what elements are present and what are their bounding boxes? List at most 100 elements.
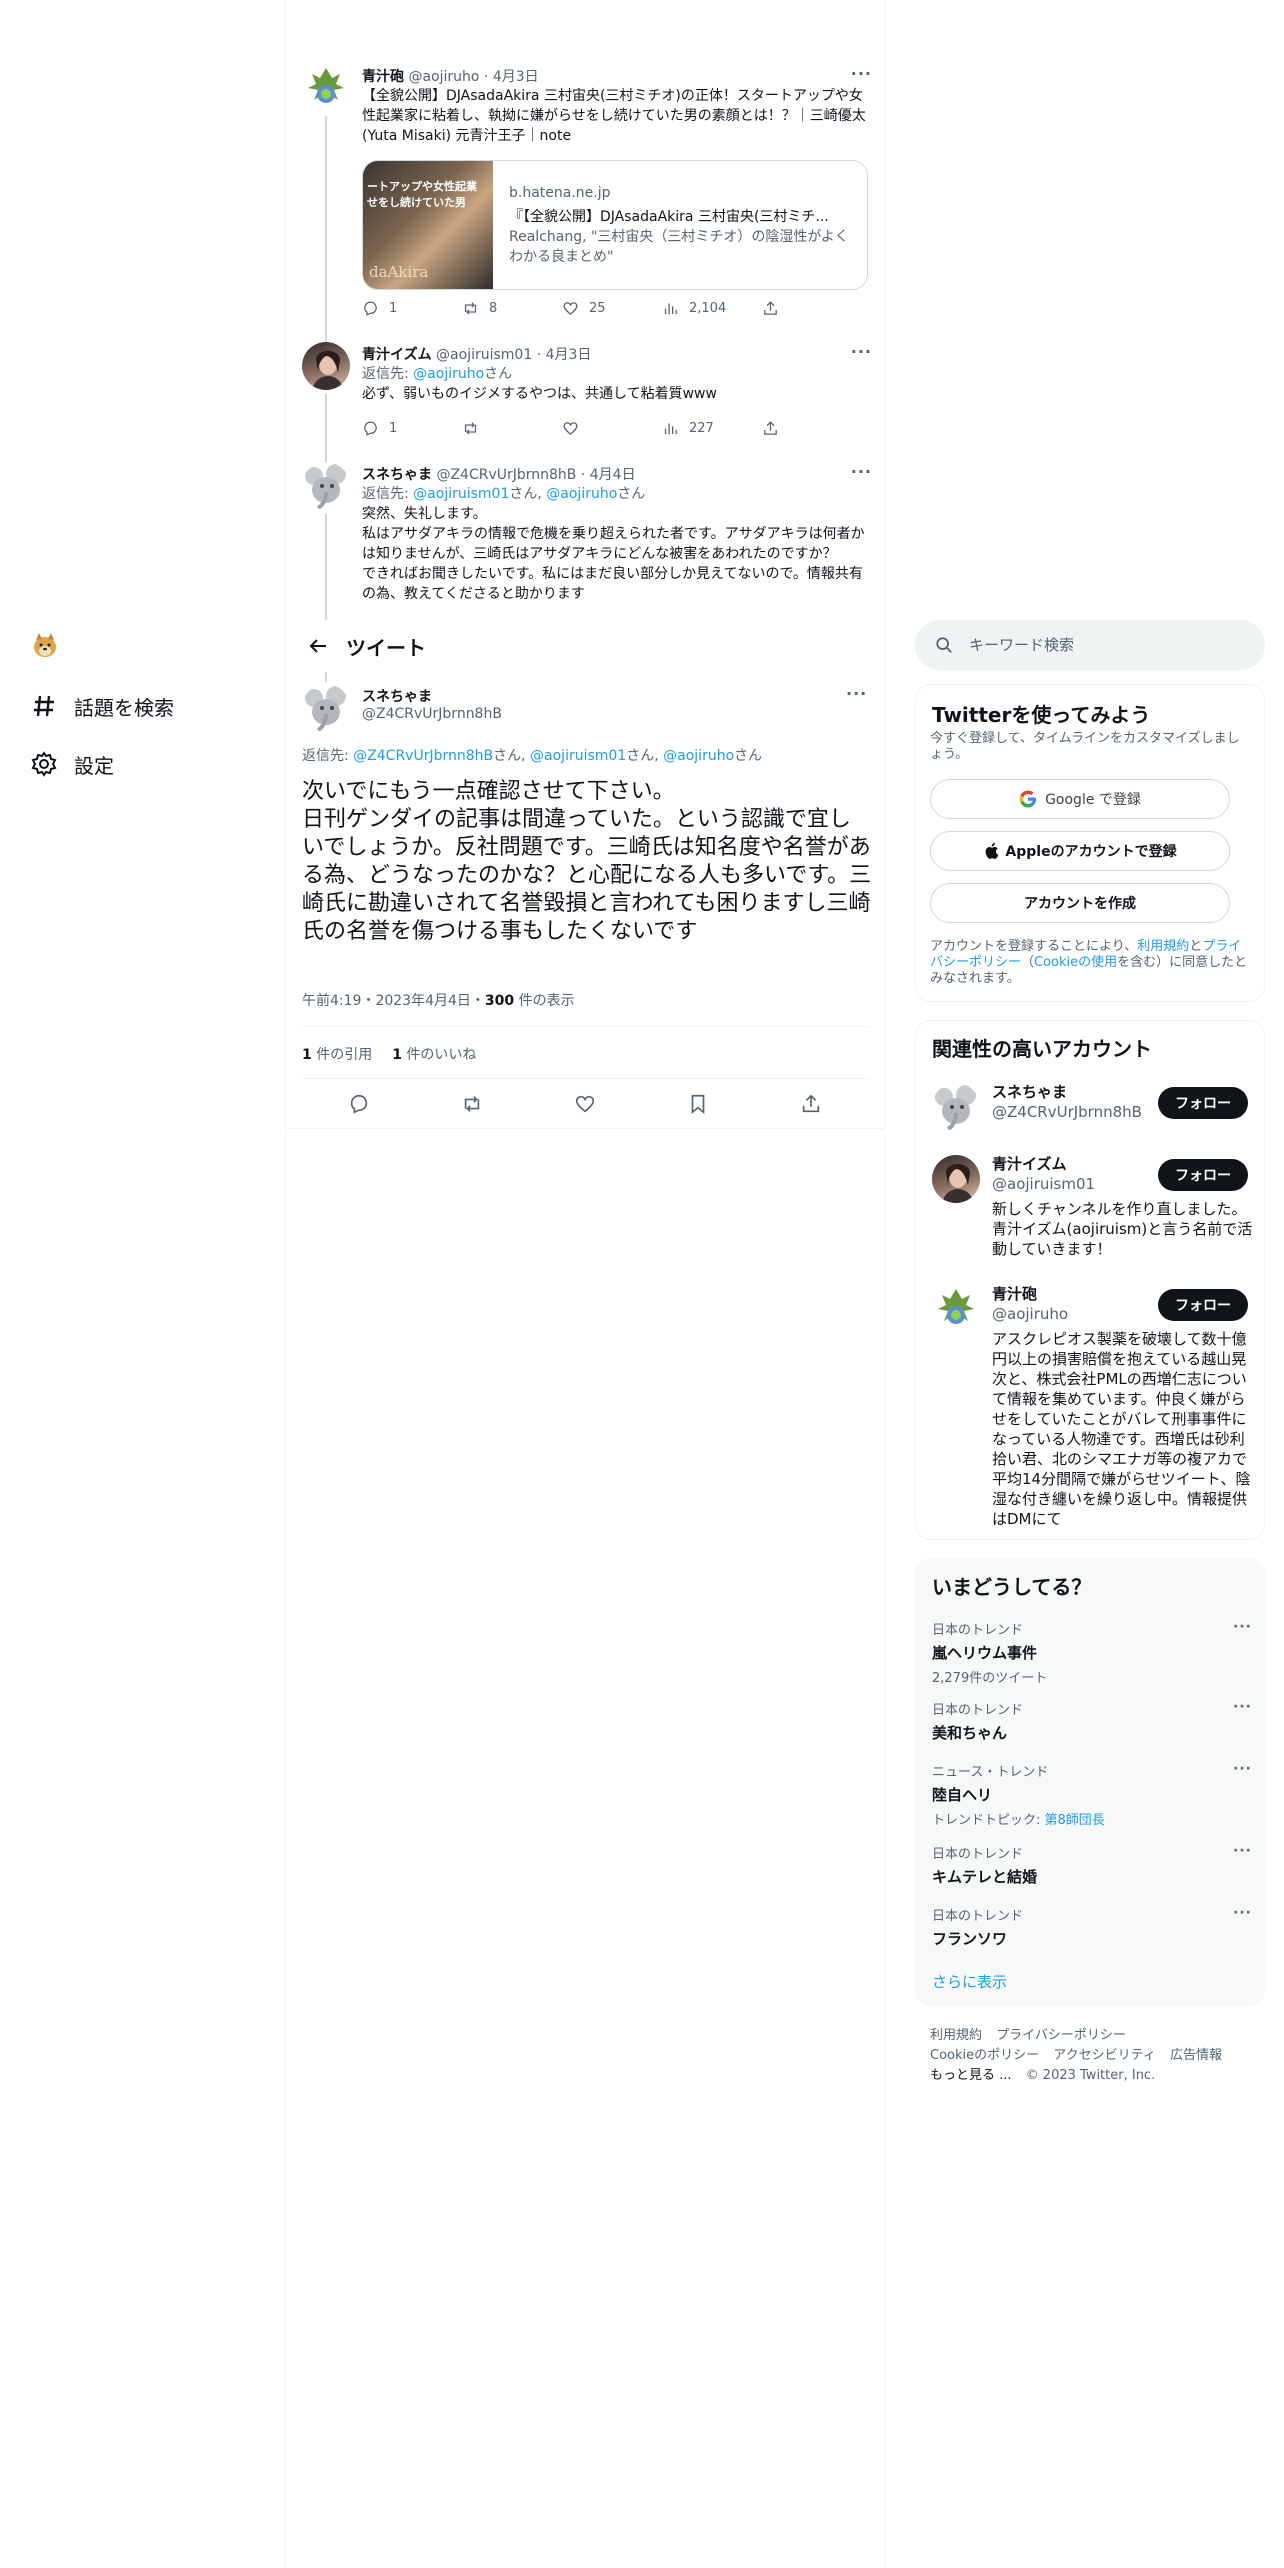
share-button[interactable] [762, 300, 862, 317]
avatar[interactable] [302, 342, 350, 390]
link-card[interactable]: ートアップや女性起業 せをし続けていた男 daAkira b.hatena.ne… [362, 160, 868, 290]
retweet-button[interactable]: 8 [462, 300, 562, 317]
more-options-icon[interactable]: ··· [846, 684, 867, 703]
tweet-text: 【全貌公開】DJAsadaAkira 三村宙央(三村ミチオ)の正体！スタートアッ… [362, 88, 866, 144]
trend-item[interactable]: 日本のトレンド フランソワ ··· [932, 1905, 1252, 1949]
reply-separator: さん, [626, 748, 664, 764]
reply-icon[interactable] [348, 1093, 370, 1115]
reply-button[interactable]: 1 [362, 420, 462, 437]
retweet-icon[interactable] [461, 1093, 483, 1115]
more-options-icon[interactable]: ··· [1233, 1619, 1252, 1635]
trend-name: 嵐ヘリウム事件 [932, 1644, 1038, 1662]
user-handle[interactable]: @aojiruism01 [436, 347, 532, 363]
more-options-icon[interactable]: ··· [1233, 1843, 1252, 1859]
reply-separator: さん, [493, 748, 531, 764]
timestamp[interactable]: 4月4日 [590, 467, 636, 483]
trend-category: 日本のトレンド [932, 1847, 1024, 1862]
reply-prefix: 返信先: [362, 486, 414, 502]
timestamp[interactable]: 4月3日 [493, 69, 539, 85]
avatar[interactable] [302, 64, 350, 112]
like-button[interactable]: 25 [562, 300, 662, 317]
tweet-stats: 1 件の引用 1 件のいいね [302, 1044, 476, 1064]
thread-tweet[interactable]: 青汁イズム @aojiruism01 · 4月3日 ··· 返信先: @aoji… [302, 342, 872, 464]
google-signup-button[interactable]: Google で登録 [930, 779, 1230, 819]
footer-link-ads[interactable]: 広告情報 [1170, 2048, 1222, 2063]
heart-icon[interactable] [574, 1093, 596, 1115]
timestamp[interactable]: 4月3日 [546, 347, 592, 363]
user-handle[interactable]: @Z4CRvUrJbrnn8hB [436, 467, 576, 483]
trend-category: 日本のトレンド [932, 1703, 1024, 1718]
bookmark-icon[interactable] [687, 1093, 709, 1115]
more-options-icon[interactable]: ··· [851, 64, 872, 83]
search-icon [936, 637, 952, 653]
mention-link[interactable]: @aojiruism01 [530, 748, 626, 764]
trend-topic-prefix: トレンドトピック: [932, 1813, 1045, 1828]
thread-line [325, 514, 327, 620]
nav-settings[interactable]: 設定 [28, 742, 114, 786]
back-button[interactable] [290, 620, 346, 672]
mention-link[interactable]: @aojiruho [663, 748, 734, 764]
share-button[interactable] [762, 420, 862, 437]
like-button[interactable] [562, 420, 662, 437]
card-image-text: ートアップや女性起業 せをし続けていた男 [367, 180, 477, 209]
thread-line [325, 116, 327, 342]
mention-link[interactable]: @aojiruho [546, 486, 617, 502]
avatar[interactable] [932, 1155, 980, 1203]
tweet-text: 突然、失礼します。 私はアサダアキラの情報で危機を乗り超えられた者です。アサダア… [362, 504, 868, 604]
quotes-stat[interactable]: 1 件の引用 [302, 1044, 372, 1064]
trend-item[interactable]: 日本のトレンド 嵐ヘリウム事件 2,279件のツイート ··· [932, 1619, 1252, 1686]
like-count: 25 [589, 301, 606, 316]
reply-button[interactable]: 1 [362, 300, 462, 317]
mention-link[interactable]: @aojiruho [413, 366, 484, 382]
show-more-link[interactable]: さらに表示 [932, 1971, 1007, 1992]
apple-signup-label: Appleのアカウントで登録 [1005, 844, 1177, 860]
view-count: 227 [689, 421, 714, 436]
tweet-timestamp[interactable]: 午前4:19・2023年4月4日・ [302, 993, 485, 1009]
footer-more-link[interactable]: もっと見る ... [930, 2068, 1012, 2083]
avatar[interactable] [302, 684, 350, 732]
trend-topic-link[interactable]: 第8師団長 [1045, 1813, 1105, 1828]
avatar[interactable] [932, 1285, 980, 1333]
follow-button[interactable]: フォロー [1158, 1087, 1248, 1119]
nav-explore[interactable]: 話題を検索 [28, 684, 174, 728]
follow-button[interactable]: フォロー [1158, 1159, 1248, 1191]
search-bar[interactable] [915, 620, 1265, 670]
retweet-button[interactable] [462, 420, 562, 437]
trend-item[interactable]: ニュース・トレンド 陸自ヘリ トレンドトピック: 第8師団長 ··· [932, 1761, 1252, 1828]
apple-signup-button[interactable]: Appleのアカウントで登録 [930, 831, 1230, 871]
footer-link-privacy[interactable]: プライバシーポリシー [996, 2028, 1126, 2043]
avatar[interactable] [302, 462, 350, 510]
display-name[interactable]: スネちゃま [362, 686, 432, 706]
more-options-icon[interactable]: ··· [1233, 1699, 1252, 1715]
mention-link[interactable]: @aojiruism01 [413, 486, 509, 502]
trend-item[interactable]: 日本のトレンド 美和ちゃん ··· [932, 1699, 1252, 1743]
display-name[interactable]: 青汁イズム [362, 347, 432, 363]
footer-link-cookie[interactable]: Cookieのポリシー [930, 2048, 1039, 2063]
user-handle[interactable]: @Z4CRvUrJbrnn8hB [362, 706, 502, 722]
views-button[interactable]: 2,104 [662, 300, 762, 317]
more-options-icon[interactable]: ··· [851, 342, 872, 361]
trend-item[interactable]: 日本のトレンド キムテレと結婚 ··· [932, 1843, 1252, 1887]
more-options-icon[interactable]: ··· [1233, 1905, 1252, 1921]
terms-link[interactable]: 利用規約 [1137, 939, 1189, 954]
footer-link-accessibility[interactable]: アクセシビリティ [1053, 2048, 1156, 2063]
create-account-button[interactable]: アカウントを作成 [930, 883, 1230, 923]
likes-stat[interactable]: 1 件のいいね [392, 1044, 476, 1064]
views-button[interactable]: 227 [662, 420, 762, 437]
reply-prefix: 返信先: [362, 366, 414, 382]
display-name[interactable]: 青汁砲 [362, 69, 404, 85]
more-options-icon[interactable]: ··· [1233, 1761, 1252, 1777]
account-handle: @aojiruho [992, 1305, 1069, 1323]
follow-button[interactable]: フォロー [1158, 1289, 1248, 1321]
footer-link-terms[interactable]: 利用規約 [930, 2028, 982, 2043]
thread-tweet[interactable]: スネちゃま @Z4CRvUrJbrnn8hB · 4月4日 ··· 返信先: @… [302, 462, 872, 620]
more-options-icon[interactable]: ··· [851, 462, 872, 481]
display-name[interactable]: スネちゃま [362, 467, 432, 483]
doge-logo-icon[interactable] [30, 630, 60, 660]
user-handle[interactable]: @aojiruho [408, 69, 479, 85]
share-icon[interactable] [800, 1093, 822, 1115]
cookie-link[interactable]: Cookieの使用 [1034, 955, 1117, 970]
search-input[interactable] [969, 636, 1249, 654]
avatar[interactable] [932, 1083, 980, 1131]
mention-link[interactable]: @Z4CRvUrJbrnn8hB [353, 748, 493, 764]
